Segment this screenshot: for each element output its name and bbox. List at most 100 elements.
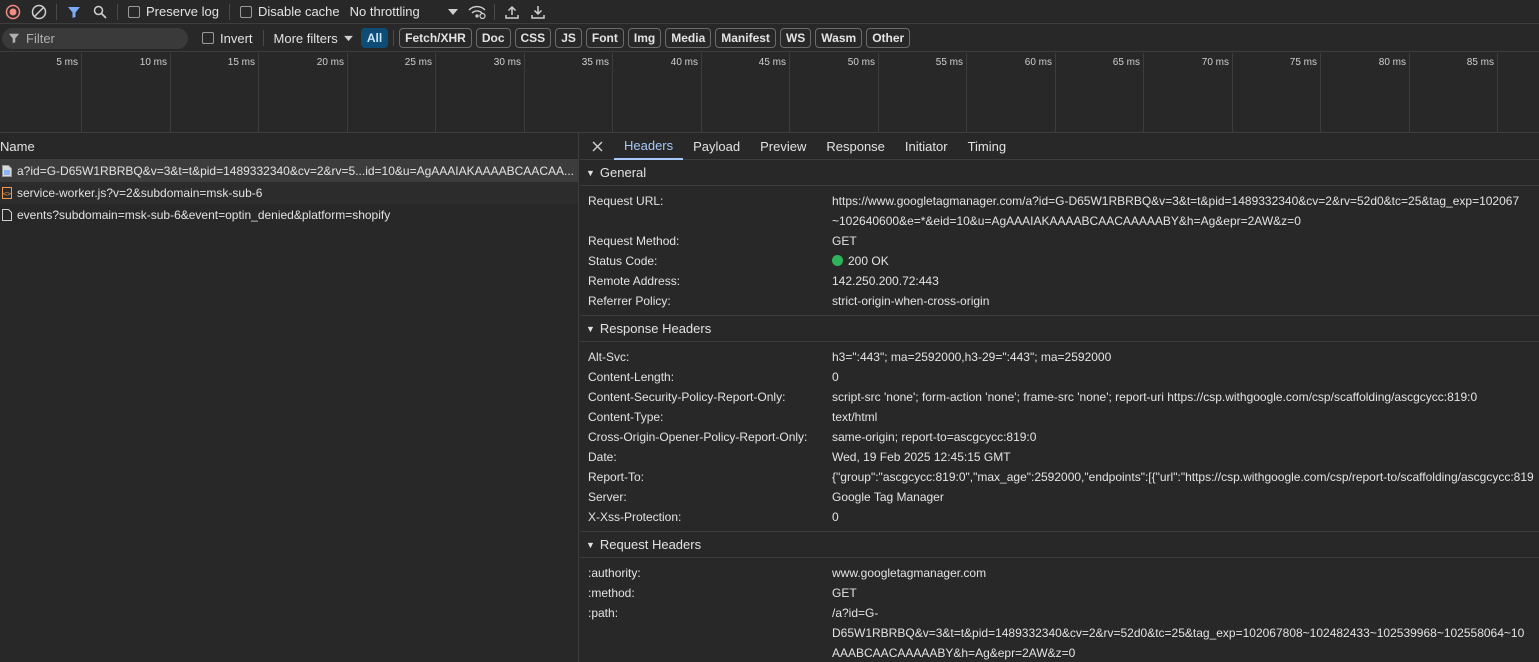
- name-column-header[interactable]: Name: [0, 133, 578, 160]
- close-icon[interactable]: [580, 141, 614, 152]
- throttling-value: No throttling: [349, 4, 420, 19]
- section-title: Response Headers: [599, 321, 712, 336]
- timeline-tick-label: 70 ms: [1201, 57, 1229, 68]
- header-value[interactable]: /a?id=G- D65W1RBRBQ&v=3&t=t&pid=14893323…: [832, 603, 1524, 662]
- divider: [393, 30, 395, 46]
- header-value[interactable]: script-src 'none'; form-action 'none'; f…: [832, 387, 1477, 407]
- timeline-tick-label: 75 ms: [1289, 57, 1317, 68]
- request-name: a?id=G-D65W1RBRBQ&v=3&t=t&pid=1489332340…: [17, 164, 574, 178]
- path-line: D65W1RBRBQ&v=3&t=t&pid=1489332340&cv=2&r…: [832, 626, 1525, 640]
- request-details-panel: Headers Payload Preview Response Initiat…: [580, 133, 1539, 662]
- status-ok-icon: [832, 255, 843, 266]
- tab-timing[interactable]: Timing: [958, 133, 1017, 160]
- header-value[interactable]: text/html: [832, 407, 877, 427]
- timeline-tick: 75 ms: [1233, 53, 1321, 133]
- header-row: Report-To: {"group":"ascgcycc:819:0","max…: [580, 467, 1539, 487]
- svg-text:<>: <>: [3, 190, 11, 198]
- header-value[interactable]: GET: [832, 231, 857, 251]
- header-value[interactable]: same-origin; report-to=ascgcycc:819:0: [832, 427, 1036, 447]
- header-value[interactable]: 142.250.200.72:443: [832, 271, 939, 291]
- response-headers-section-header[interactable]: ▼ Response Headers: [580, 316, 1539, 342]
- timeline-tick-label: 10 ms: [139, 57, 167, 68]
- header-row: Request URL: https://www.googletagmanage…: [580, 191, 1539, 231]
- search-icon[interactable]: [87, 1, 113, 23]
- header-key: Cross-Origin-Opener-Policy-Report-Only:: [588, 430, 808, 444]
- filter-chip-doc[interactable]: Doc: [475, 28, 511, 48]
- header-key: Request Method:: [588, 234, 680, 248]
- header-key: Referrer Policy:: [588, 294, 671, 308]
- filter-chip-fetch-xhr[interactable]: Fetch/XHR: [399, 28, 472, 48]
- checkbox-box[interactable]: [128, 5, 140, 18]
- timeline-overview[interactable]: 5 ms 10 ms 15 ms 20 ms 25 ms 30 ms 35 ms…: [0, 53, 1539, 133]
- header-value[interactable]: {"group":"ascgcycc:819:0","max_age":2592…: [832, 467, 1534, 487]
- tab-payload[interactable]: Payload: [683, 133, 750, 160]
- more-filters-label: More filters: [273, 30, 338, 46]
- timeline-tick: 40 ms: [613, 53, 702, 133]
- header-row: Content-Type: text/html: [580, 407, 1539, 427]
- tab-preview[interactable]: Preview: [750, 133, 816, 160]
- header-key: Report-To:: [588, 470, 645, 484]
- tab-initiator[interactable]: Initiator: [895, 133, 958, 160]
- filter-chip-all[interactable]: All: [360, 28, 389, 48]
- divider: [117, 3, 118, 20]
- filter-chip-manifest[interactable]: Manifest: [715, 28, 776, 48]
- preserve-log-label: Preserve log: [146, 4, 219, 19]
- export-har-icon[interactable]: [525, 1, 551, 23]
- general-section-header[interactable]: ▼ General: [580, 160, 1539, 186]
- timeline-tick: 60 ms: [967, 53, 1056, 133]
- request-headers-section-header[interactable]: ▼ Request Headers: [580, 532, 1539, 558]
- network-conditions-icon[interactable]: [464, 1, 490, 23]
- checkbox-box[interactable]: [202, 32, 214, 44]
- throttling-select[interactable]: No throttling: [350, 4, 458, 19]
- header-key: Request URL:: [588, 194, 664, 208]
- invert-label: Invert: [220, 30, 253, 46]
- filter-chip-media[interactable]: Media: [665, 28, 712, 48]
- filter-chip-wasm[interactable]: Wasm: [815, 28, 863, 48]
- tab-headers[interactable]: Headers: [614, 133, 684, 160]
- header-value[interactable]: 200 OK: [832, 251, 889, 271]
- timeline-tick-label: 60 ms: [1024, 57, 1052, 68]
- timeline-tick: 15 ms: [171, 53, 259, 133]
- header-value[interactable]: Wed, 19 Feb 2025 12:45:15 GMT: [832, 447, 1011, 467]
- filter-chip-js[interactable]: JS: [555, 28, 582, 48]
- timeline-tick-label: 5 ms: [56, 57, 78, 68]
- filter-icon[interactable]: [61, 1, 87, 23]
- request-row[interactable]: a?id=G-D65W1RBRBQ&v=3&t=t&pid=1489332340…: [0, 160, 578, 182]
- record-stop-icon[interactable]: [0, 1, 26, 23]
- response-headers-section: Alt-Svc: h3=":443"; ma=2592000,h3-29=":44…: [580, 342, 1539, 532]
- header-value[interactable]: Google Tag Manager: [832, 487, 944, 507]
- header-value[interactable]: https://www.googletagmanager.com/a?id=G-…: [832, 191, 1519, 231]
- invert-checkbox[interactable]: Invert: [202, 31, 253, 46]
- script-icon: <>: [2, 187, 12, 199]
- timeline-tick: 45 ms: [702, 53, 790, 133]
- filter-input[interactable]: Filter: [2, 27, 188, 49]
- header-key: Content-Length:: [588, 370, 675, 384]
- clear-icon[interactable]: [26, 1, 52, 23]
- tab-response[interactable]: Response: [816, 133, 895, 160]
- header-value[interactable]: www.googletagmanager.com: [832, 563, 986, 583]
- header-value[interactable]: 0: [832, 507, 839, 527]
- header-key: Content-Type:: [588, 410, 664, 424]
- checkbox-box[interactable]: [239, 5, 252, 18]
- header-value[interactable]: h3=":443"; ma=2592000,h3-29=":443"; ma=2…: [832, 347, 1111, 367]
- header-row: Cross-Origin-Opener-Policy-Report-Only: s…: [580, 427, 1539, 447]
- timeline-tick: 25 ms: [348, 53, 436, 133]
- filter-chip-other[interactable]: Other: [866, 28, 911, 48]
- divider: [493, 3, 495, 20]
- import-har-icon[interactable]: [499, 1, 525, 23]
- header-value[interactable]: strict-origin-when-cross-origin: [832, 291, 989, 311]
- request-row[interactable]: events?subdomain=msk-sub-6&event=optin_d…: [0, 204, 578, 226]
- header-row: Server: Google Tag Manager: [580, 487, 1539, 507]
- request-row[interactable]: <> service-worker.js?v=2&subdomain=msk-s…: [0, 182, 578, 204]
- filter-chip-img[interactable]: Img: [627, 28, 662, 48]
- file-icon: [2, 209, 12, 221]
- filter-chip-font[interactable]: Font: [585, 28, 624, 48]
- header-value[interactable]: GET: [832, 583, 857, 603]
- more-filters-dropdown[interactable]: More filters: [274, 31, 353, 46]
- preserve-log-checkbox[interactable]: Preserve log: [128, 4, 219, 19]
- header-value[interactable]: 0: [832, 367, 839, 387]
- filter-chip-css[interactable]: CSS: [514, 28, 552, 48]
- disable-cache-checkbox[interactable]: Disable cache: [239, 4, 340, 19]
- filter-toolbar: Filter Invert More filters All Fetch/XHR…: [0, 25, 1539, 52]
- filter-chip-ws[interactable]: WS: [779, 28, 812, 48]
